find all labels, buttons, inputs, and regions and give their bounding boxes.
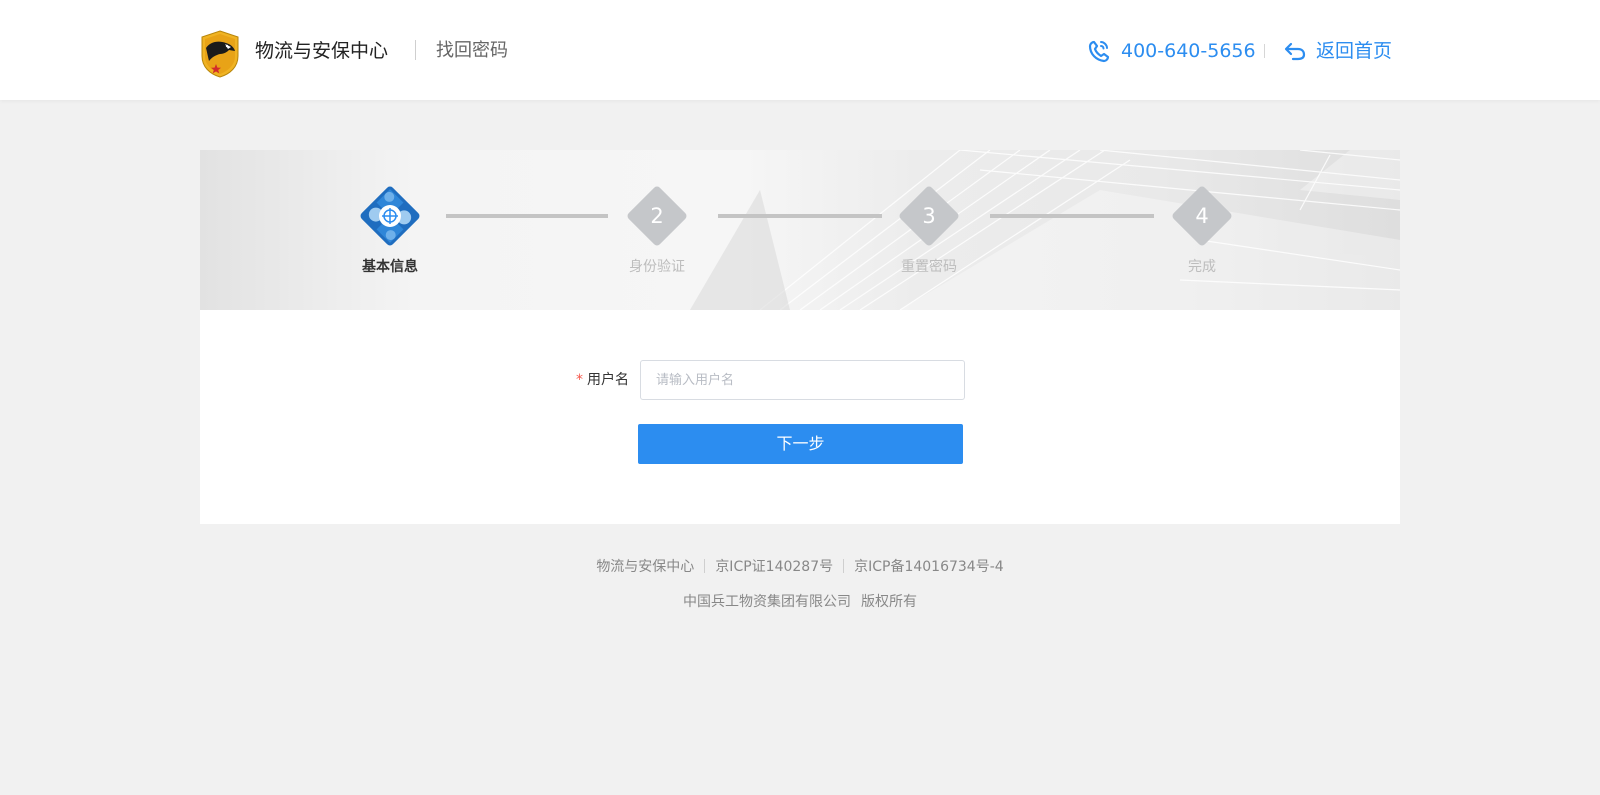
footer-divider <box>843 559 845 573</box>
page-title: 找回密码 <box>436 40 508 61</box>
next-step-button[interactable]: 下一步 <box>638 424 963 464</box>
footer-icp-license[interactable]: 京ICP证140287号 <box>715 556 833 576</box>
eagle-shield-logo[interactable] <box>200 30 240 78</box>
step-1-active-icon <box>360 186 420 246</box>
footer-rights: 版权所有 <box>861 594 917 610</box>
footer-icp-record[interactable]: 京ICP备14016734号-4 <box>854 556 1004 576</box>
step-4-number: 4 <box>1195 204 1209 228</box>
step-2-number: 2 <box>650 204 664 228</box>
step-connector-1 <box>446 214 608 218</box>
hotline-number: 400-640-5656 <box>1121 40 1256 62</box>
step-3-number: 3 <box>922 204 936 228</box>
step-connector-3 <box>990 214 1154 218</box>
steps-banner: 基本信息 2 身份验证 3 重置密码 4 完成 <box>200 150 1400 310</box>
phone-icon <box>1088 40 1110 63</box>
reset-password-card: 基本信息 2 身份验证 3 重置密码 4 完成 * 用户名 下一步 <box>200 150 1400 524</box>
footer-company: 中国兵工物资集团有限公司 <box>683 594 851 610</box>
required-mark: * <box>576 372 583 388</box>
footer-copyright: 中国兵工物资集团有限公司 版权所有 <box>0 591 1600 611</box>
header: 物流与安保中心 找回密码 400-640-5656 返回首页 <box>0 0 1600 100</box>
step-2-label: 身份验证 <box>629 259 685 275</box>
footer-links: 物流与安保中心 京ICP证140287号 京ICP备14016734号-4 <box>0 556 1600 576</box>
username-input[interactable] <box>640 360 965 400</box>
header-divider <box>415 40 416 60</box>
step-connector-2 <box>718 214 882 218</box>
step-1-label: 基本信息 <box>362 259 418 275</box>
return-arrow-icon <box>1284 42 1306 61</box>
footer-divider <box>704 559 706 573</box>
site-name[interactable]: 物流与安保中心 <box>255 38 388 64</box>
footer-site-name[interactable]: 物流与安保中心 <box>596 556 694 576</box>
back-home-label: 返回首页 <box>1316 40 1393 62</box>
step-3-label: 重置密码 <box>901 259 957 275</box>
username-label: 用户名 <box>587 372 629 388</box>
header-right-divider <box>1264 44 1265 58</box>
back-home-link[interactable]: 返回首页 <box>1284 38 1392 64</box>
step-4-label: 完成 <box>1188 259 1216 275</box>
username-row: * 用户名 <box>200 360 1400 400</box>
